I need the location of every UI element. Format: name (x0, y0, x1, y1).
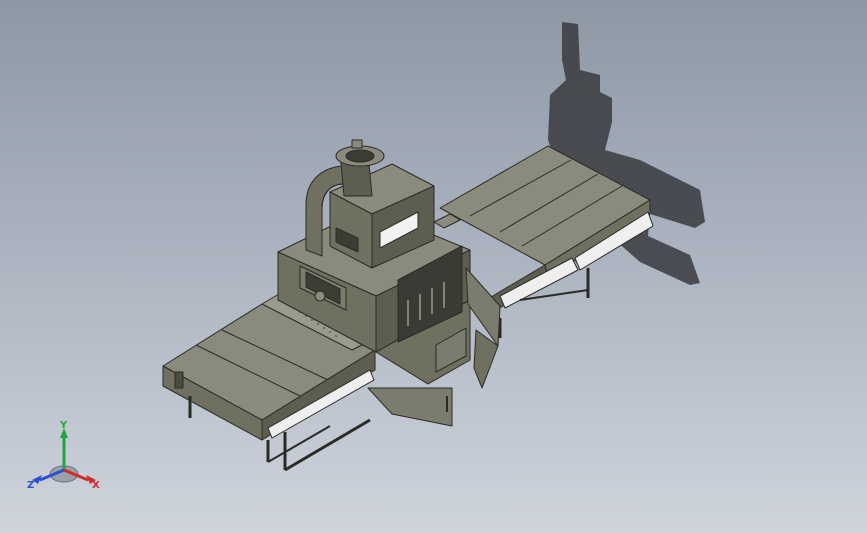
orientation-triad[interactable]: Y X Z (24, 418, 104, 498)
y-axis-label: Y (59, 420, 68, 431)
x-axis-label: X (92, 480, 100, 491)
machine-model[interactable] (0, 0, 867, 533)
cad-viewport[interactable]: Y X Z (0, 0, 867, 533)
z-axis-label: Z (27, 480, 34, 491)
